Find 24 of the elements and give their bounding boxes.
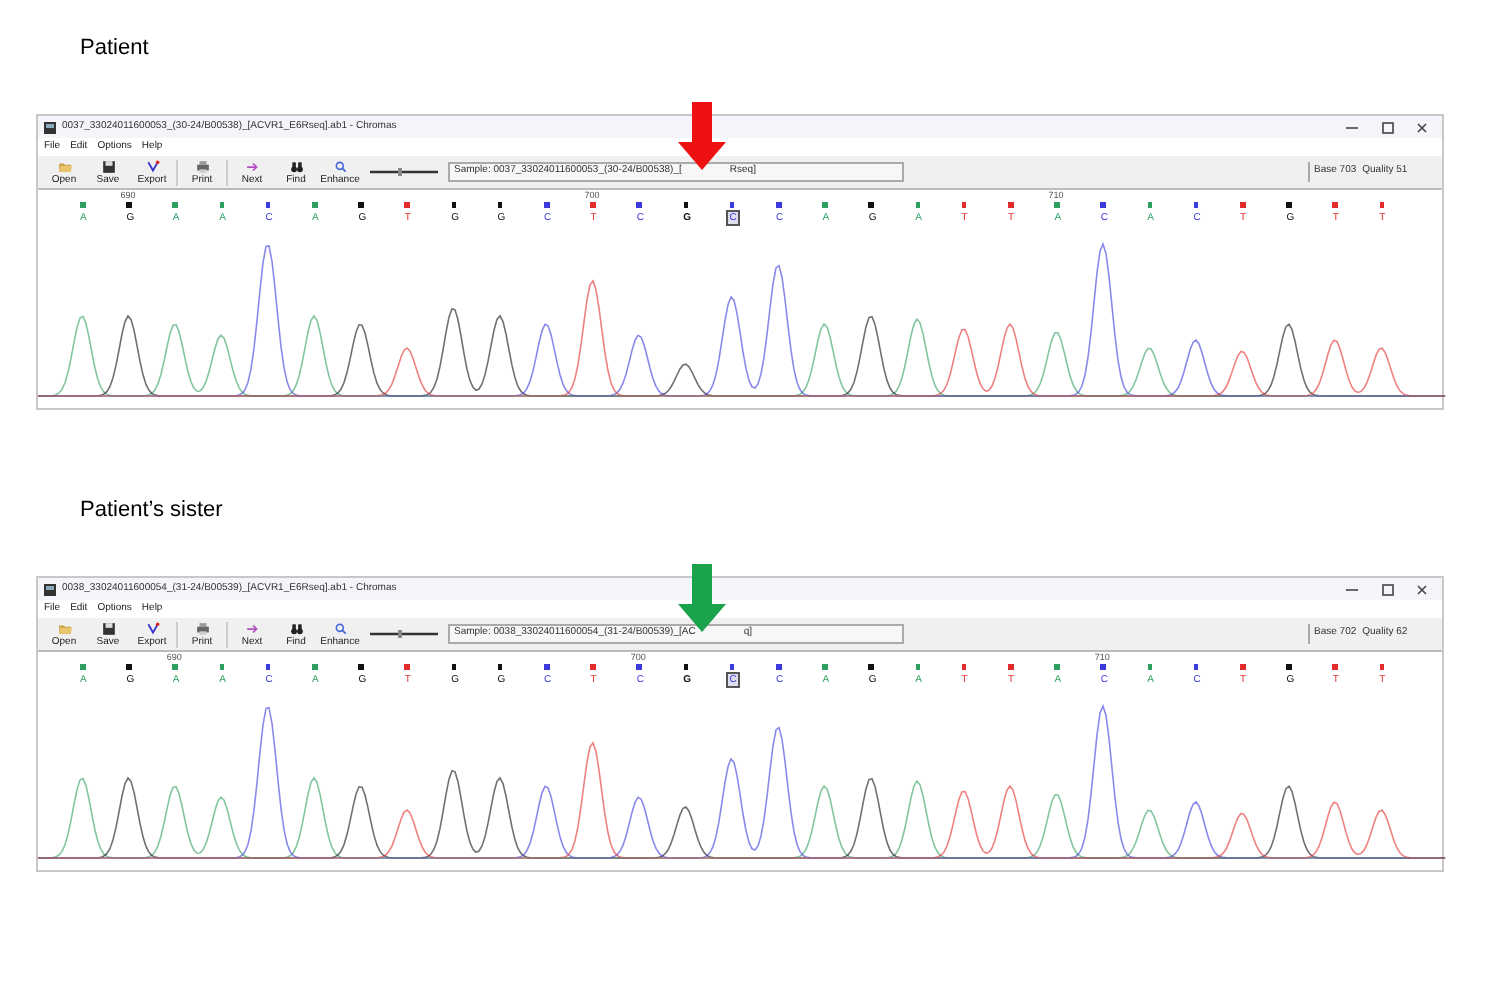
- magnifier-icon: [333, 621, 347, 635]
- panel-label: Patient’s sister: [80, 496, 225, 526]
- folder-icon: [57, 159, 71, 173]
- export-arrow-icon: [145, 621, 159, 635]
- binoculars-icon: [289, 159, 303, 173]
- zoom-slider-drawing: [368, 626, 440, 642]
- printer-icon: [195, 621, 209, 635]
- close-icon: [1416, 121, 1428, 133]
- folder-icon: [57, 621, 71, 635]
- app-icon: [44, 583, 56, 595]
- next-arrow-icon: [245, 159, 259, 173]
- binoculars-icon: [289, 621, 303, 635]
- maximize-icon: [1382, 583, 1394, 595]
- magnifier-icon: [333, 159, 347, 173]
- app-icon: [44, 121, 56, 133]
- maximize-icon: [1382, 121, 1394, 133]
- close-icon: [1416, 583, 1428, 595]
- next-arrow-icon: [245, 621, 259, 635]
- minimize-icon: [1344, 121, 1360, 133]
- minimize-icon: [1344, 583, 1360, 595]
- zoom-slider-drawing: [368, 164, 440, 180]
- export-arrow-icon: [145, 159, 159, 173]
- printer-icon: [195, 159, 209, 173]
- panel-label: Patient: [80, 34, 151, 64]
